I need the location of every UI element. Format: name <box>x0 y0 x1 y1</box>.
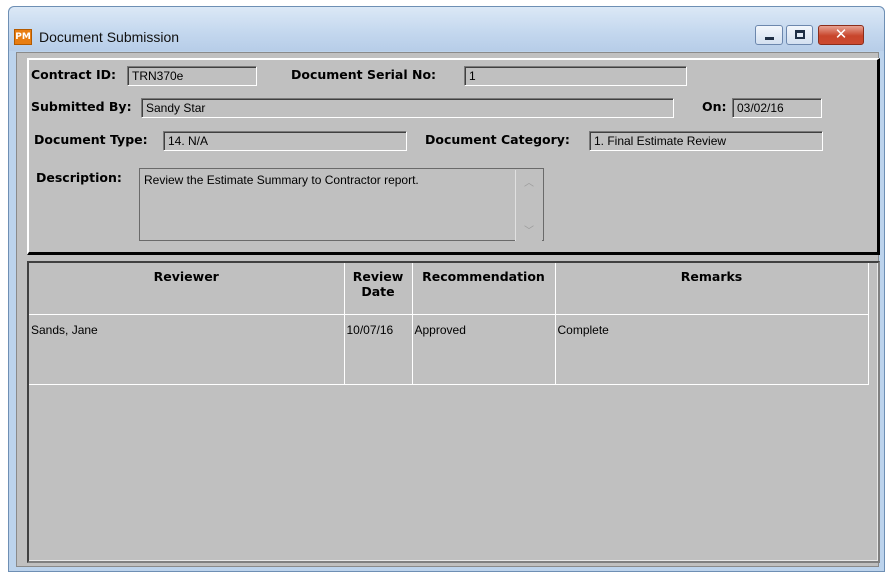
description-text: Review the Estimate Summary to Contracto… <box>144 173 419 187</box>
document-serial-field[interactable]: 1 <box>464 66 687 86</box>
window-content: Contract ID: TRN370e Document Serial No:… <box>16 52 880 567</box>
contract-id-field[interactable]: TRN370e <box>127 66 257 86</box>
close-button[interactable]: ✕ <box>818 25 864 45</box>
description-scrollbar[interactable]: ︿ ﹀ <box>515 170 542 241</box>
submitted-by-field[interactable]: Sandy Star <box>141 98 674 118</box>
on-date-label: On: <box>702 99 727 114</box>
document-type-label: Document Type: <box>34 132 148 147</box>
cell-reviewer[interactable]: Sands, Jane <box>29 314 345 385</box>
scroll-down-icon[interactable]: ﹀ <box>516 222 542 237</box>
table-row[interactable]: Sands, Jane 10/07/16 Approved Complete <box>29 314 869 385</box>
document-details-panel: Contract ID: TRN370e Document Serial No:… <box>27 58 880 255</box>
cell-recommendation[interactable]: Approved <box>412 314 556 385</box>
document-type-field[interactable]: 14. N/A <box>163 131 407 151</box>
minimize-icon <box>765 37 774 40</box>
column-header-remarks[interactable]: Remarks <box>555 263 869 315</box>
submitted-by-label: Submitted By: <box>31 99 132 114</box>
review-grid: Reviewer Review Date Recommendation Rema… <box>27 261 880 563</box>
window-title: Document Submission <box>39 29 180 45</box>
document-submission-window: PM Document Submission ✕ Contract ID: TR… <box>8 6 885 572</box>
app-logo-icon: PM <box>14 29 32 45</box>
maximize-icon <box>795 30 805 39</box>
title-bar[interactable]: PM Document Submission ✕ <box>9 7 884 51</box>
column-header-review-date[interactable]: Review Date <box>344 263 413 315</box>
cell-review-date[interactable]: 10/07/16 <box>344 314 413 385</box>
description-textarea[interactable]: Review the Estimate Summary to Contracto… <box>139 168 544 241</box>
scroll-up-icon[interactable]: ︿ <box>516 174 542 189</box>
column-header-reviewer[interactable]: Reviewer <box>29 263 345 315</box>
description-label: Description: <box>36 170 122 185</box>
maximize-button[interactable] <box>786 25 813 45</box>
column-header-recommendation[interactable]: Recommendation <box>412 263 556 315</box>
contract-id-label: Contract ID: <box>31 67 116 82</box>
minimize-button[interactable] <box>755 25 783 45</box>
document-serial-label: Document Serial No: <box>291 67 437 82</box>
document-category-field[interactable]: 1. Final Estimate Review <box>589 131 823 151</box>
on-date-field[interactable]: 03/02/16 <box>732 98 822 118</box>
cell-remarks[interactable]: Complete <box>555 314 869 385</box>
document-category-label: Document Category: <box>425 132 570 147</box>
review-table: Reviewer Review Date Recommendation Rema… <box>29 263 869 385</box>
close-icon: ✕ <box>834 25 848 43</box>
